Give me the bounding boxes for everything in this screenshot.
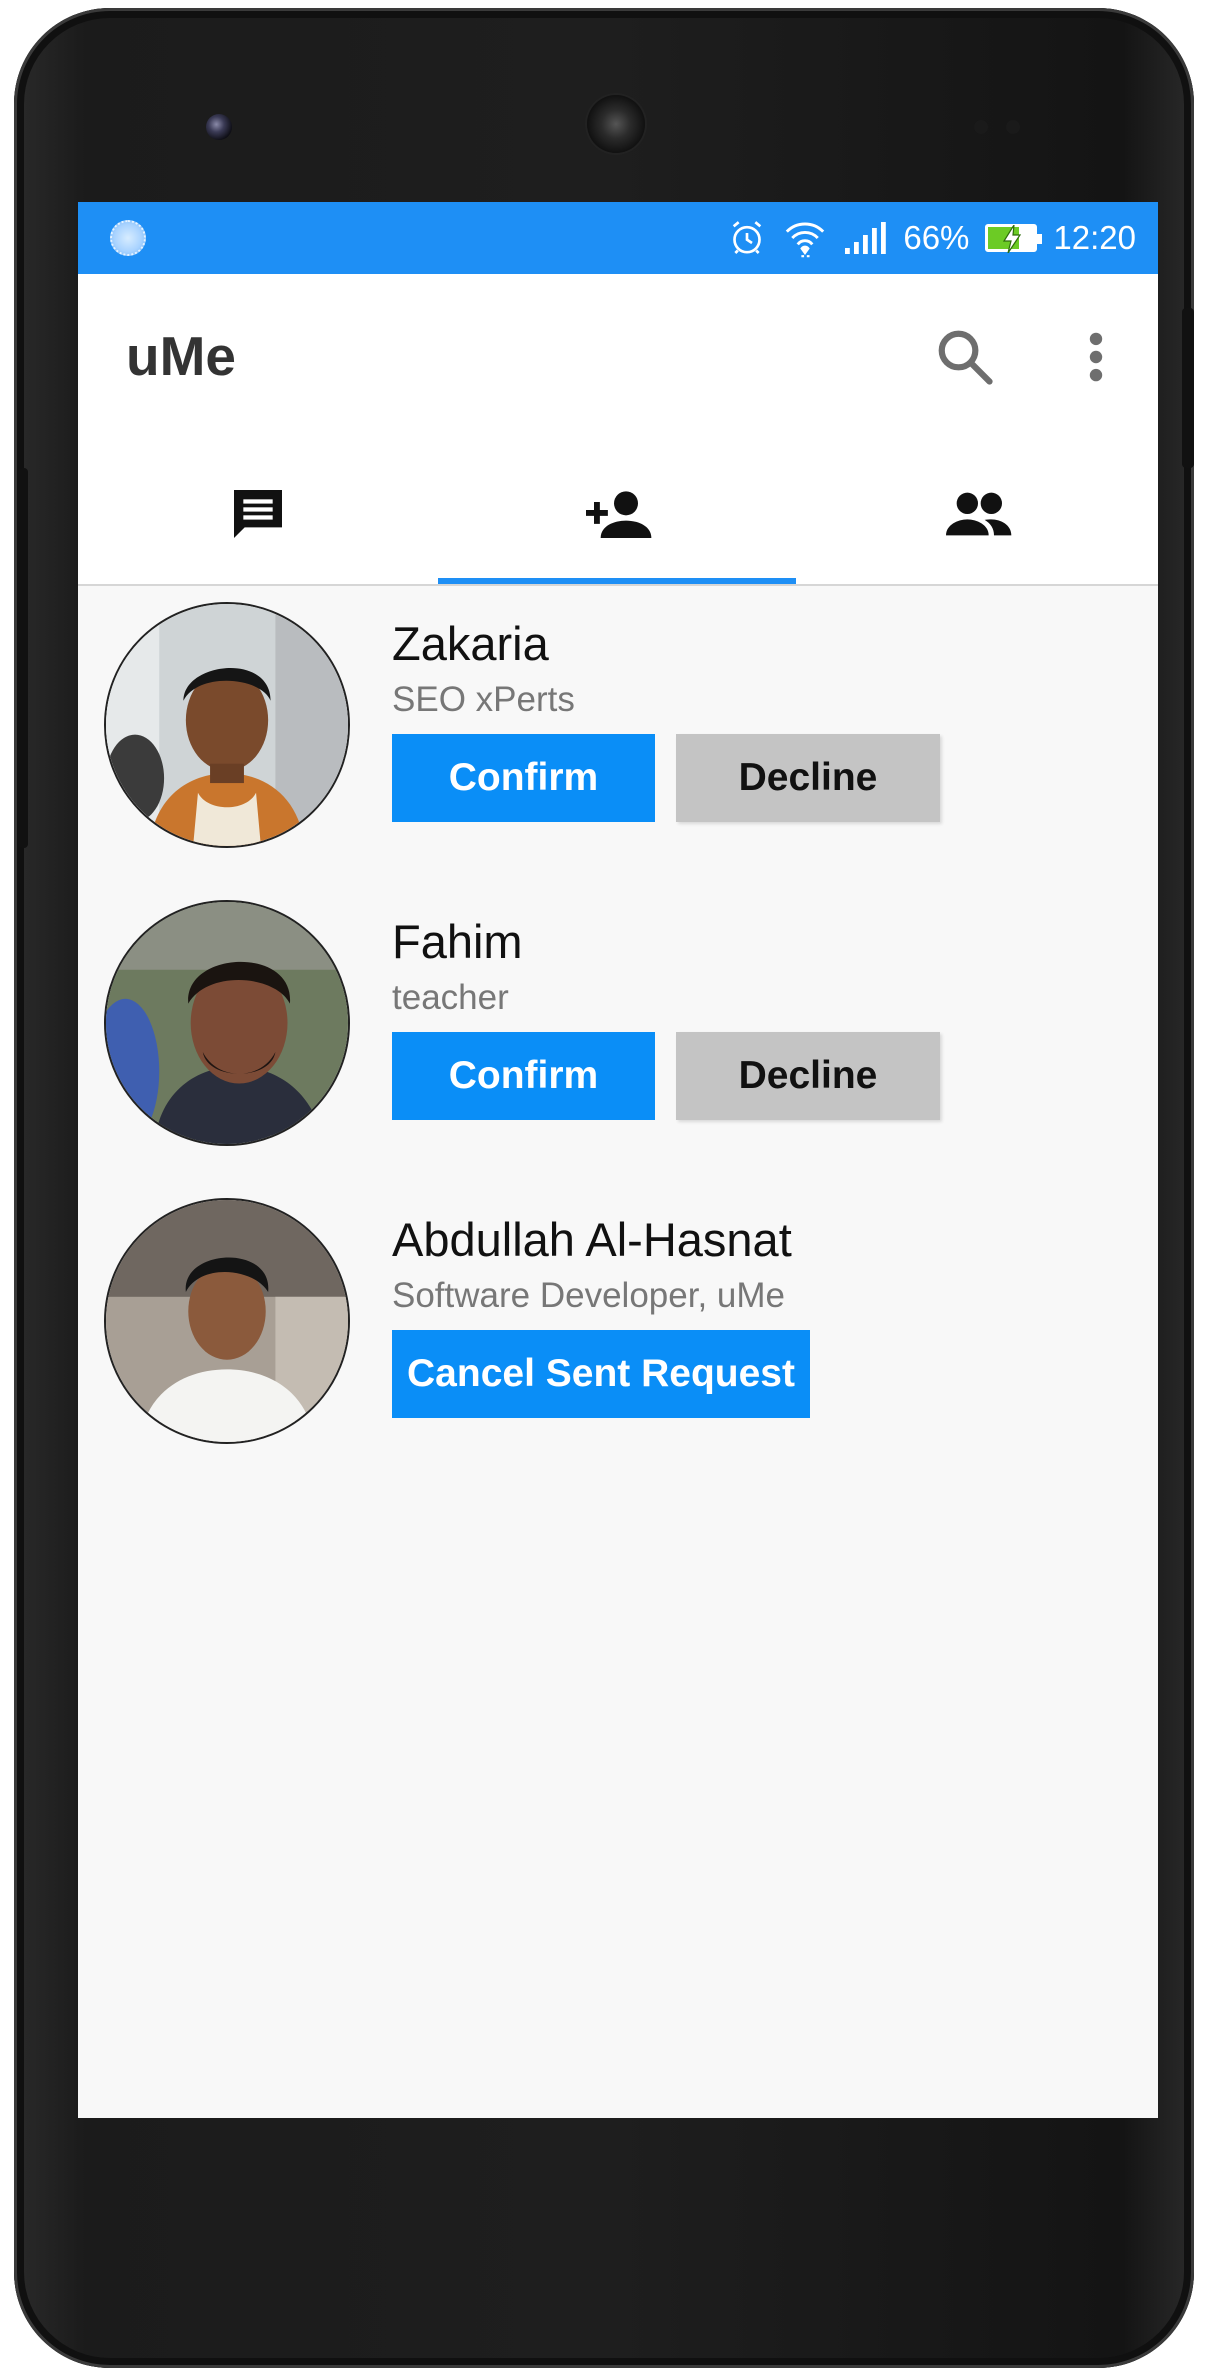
list-item: Abdullah Al-Hasnat Software Developer, u… (78, 1184, 1158, 1484)
proximity-sensor (974, 120, 988, 134)
search-button[interactable] (934, 326, 996, 393)
chat-icon (234, 490, 282, 538)
battery-percent: 66% (903, 219, 970, 256)
decline-button[interactable]: Decline (676, 734, 940, 822)
cancel-request-button[interactable]: Cancel Sent Request (392, 1330, 810, 1418)
avatar[interactable] (104, 602, 350, 848)
screen: 66% 12:20 uMe Zakaria SEO xPerts Confirm… (78, 202, 1158, 2118)
loading-icon (110, 220, 146, 256)
signal-icon (845, 222, 887, 254)
people-icon (946, 492, 1012, 536)
request-name: Abdullah Al-Hasnat (392, 1213, 792, 1266)
app-bar: uMe (78, 274, 1158, 444)
more-options-button[interactable] (1074, 326, 1118, 393)
status-bar: 66% 12:20 (78, 202, 1158, 274)
confirm-button[interactable]: Confirm (392, 1032, 655, 1120)
profile-photo (106, 902, 348, 1144)
avatar[interactable] (104, 900, 350, 1146)
light-sensor (1006, 120, 1020, 134)
request-subtitle: teacher (392, 978, 509, 1017)
status-icons: 66% 12:20 (727, 202, 1136, 274)
tab-friend-requests[interactable] (438, 444, 798, 584)
profile-photo (106, 1200, 348, 1442)
request-name: Fahim (392, 915, 523, 968)
avatar[interactable] (104, 1198, 350, 1444)
list-item: Fahim teacher Confirm Decline (78, 886, 1158, 1186)
tab-bar (78, 444, 1158, 586)
tab-friends[interactable] (798, 444, 1158, 584)
volume-button (18, 468, 28, 848)
profile-photo (106, 604, 348, 846)
alarm-icon (733, 221, 762, 254)
app-title: uMe (126, 325, 236, 387)
phone-frame: 66% 12:20 uMe Zakaria SEO xPerts Confirm… (14, 8, 1194, 2368)
front-camera (206, 114, 232, 140)
more-vert-icon (1089, 332, 1103, 382)
request-subtitle: Software Developer, uMe (392, 1276, 785, 1315)
confirm-button[interactable]: Confirm (392, 734, 655, 822)
earpiece-speaker (587, 95, 645, 153)
power-button (1182, 308, 1194, 468)
request-name: Zakaria (392, 617, 549, 670)
request-subtitle: SEO xPerts (392, 680, 575, 719)
charging-bolt-icon (1003, 225, 1022, 253)
person-add-icon (586, 491, 652, 538)
tab-indicator (438, 578, 796, 584)
decline-button[interactable]: Decline (676, 1032, 940, 1120)
list-item: Zakaria SEO xPerts Confirm Decline (78, 588, 1158, 888)
battery-icon (985, 224, 1043, 253)
clock: 12:20 (1053, 219, 1136, 256)
wifi-icon (786, 222, 825, 258)
tab-chats[interactable] (78, 444, 438, 584)
search-icon (938, 330, 993, 385)
